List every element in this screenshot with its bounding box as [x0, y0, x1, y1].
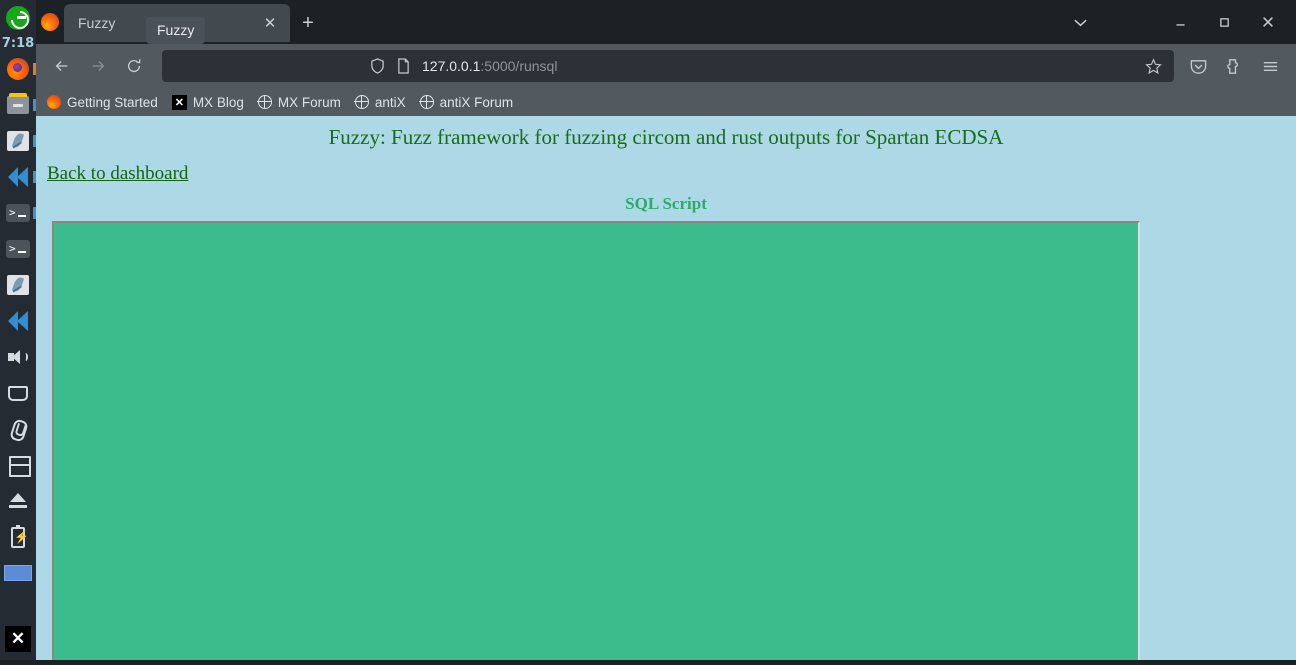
mx-logo-icon[interactable]: ✕ [0, 621, 36, 657]
url-host: 127.0.0.1 [422, 58, 481, 74]
sql-script-heading: SQL Script [625, 194, 707, 213]
window-controls [1058, 0, 1296, 44]
sql-script-input[interactable] [52, 221, 1140, 660]
dock-clock: 7:18 [1, 36, 35, 51]
reload-button[interactable] [116, 50, 152, 82]
browser-toolbar: 127.0.0.1:5000/runsql [36, 44, 1296, 88]
display-icon[interactable] [0, 375, 36, 411]
chevron-down-icon[interactable] [1058, 0, 1102, 44]
bookmark-mx-forum[interactable]: MX Forum [251, 92, 348, 113]
bookmark-label: antiX Forum [439, 94, 514, 110]
bookmark-mx-blog[interactable]: ✕ MX Blog [165, 92, 251, 113]
bookmark-getting-started[interactable]: Getting Started [40, 92, 165, 113]
toolbar-right [1180, 50, 1288, 82]
eject-icon[interactable] [0, 483, 36, 519]
bookmark-label: MX Blog [192, 94, 244, 110]
minimize-icon[interactable] [1158, 0, 1202, 44]
bookmark-label: MX Forum [277, 94, 341, 110]
terminal-icon[interactable] [0, 231, 36, 267]
vscode-icon[interactable] [0, 303, 36, 339]
bookmark-label: Getting Started [67, 94, 158, 110]
vscode-icon[interactable] [0, 159, 36, 195]
globe-icon [419, 94, 434, 109]
logout-icon[interactable] [0, 0, 36, 36]
firefox-icon [47, 95, 61, 109]
bookmarks-bar: Getting Started ✕ MX Blog MX Forum antiX… [36, 88, 1296, 116]
back-button[interactable] [44, 50, 80, 82]
os-dock: 7:18 ✕ [0, 0, 36, 660]
window-firefox-icon [36, 0, 64, 44]
battery-icon[interactable] [0, 519, 36, 555]
page-title: Fuzzy: Fuzz framework for fuzzing circom… [328, 125, 1004, 149]
terminal-icon[interactable] [0, 195, 36, 231]
new-tab-button[interactable]: + [290, 4, 326, 42]
volume-icon[interactable] [0, 339, 36, 375]
page-info-icon[interactable] [390, 54, 416, 78]
shield-icon[interactable] [364, 54, 390, 78]
globe-icon [354, 94, 369, 109]
text-editor-icon[interactable] [0, 123, 36, 159]
url-bar[interactable]: 127.0.0.1:5000/runsql [162, 50, 1174, 82]
dock-gap [0, 591, 36, 621]
package-icon[interactable] [0, 447, 36, 483]
bookmark-label: antiX [374, 94, 406, 110]
bookmark-antix-forum[interactable]: antiX Forum [413, 92, 521, 113]
page-viewport: Fuzzy: Fuzz framework for fuzzing circom… [36, 116, 1296, 660]
bookmark-antix[interactable]: antiX [348, 92, 413, 113]
file-manager-icon[interactable] [0, 87, 36, 123]
browser-titlebar: Fuzzy ✕ + Fuzzy [36, 0, 1296, 44]
firefox-icon[interactable] [0, 51, 36, 87]
close-window-icon[interactable] [1246, 0, 1290, 44]
browser-window: Fuzzy ✕ + Fuzzy 127.0.0.1:5000/runsql Ge… [36, 0, 1296, 660]
globe-icon [257, 94, 272, 109]
workspace-indicator[interactable] [0, 555, 36, 591]
close-icon[interactable]: ✕ [258, 11, 282, 35]
hamburger-menu-icon[interactable] [1252, 50, 1288, 82]
dock-gap-bottom [0, 657, 36, 665]
url-path: :5000/runsql [480, 58, 558, 74]
forward-button[interactable] [80, 50, 116, 82]
mx-icon: ✕ [171, 94, 187, 110]
url-text[interactable]: 127.0.0.1:5000/runsql [422, 58, 1138, 74]
text-editor-icon[interactable] [0, 267, 36, 303]
maximize-icon[interactable] [1202, 0, 1246, 44]
pocket-icon[interactable] [1180, 50, 1216, 82]
bookmark-star-icon[interactable] [1138, 51, 1168, 81]
clipboard-icon[interactable] [0, 411, 36, 447]
tab-tooltip: Fuzzy [146, 17, 206, 44]
back-to-dashboard-link[interactable]: Back to dashboard [47, 163, 188, 185]
extensions-icon[interactable] [1216, 50, 1252, 82]
